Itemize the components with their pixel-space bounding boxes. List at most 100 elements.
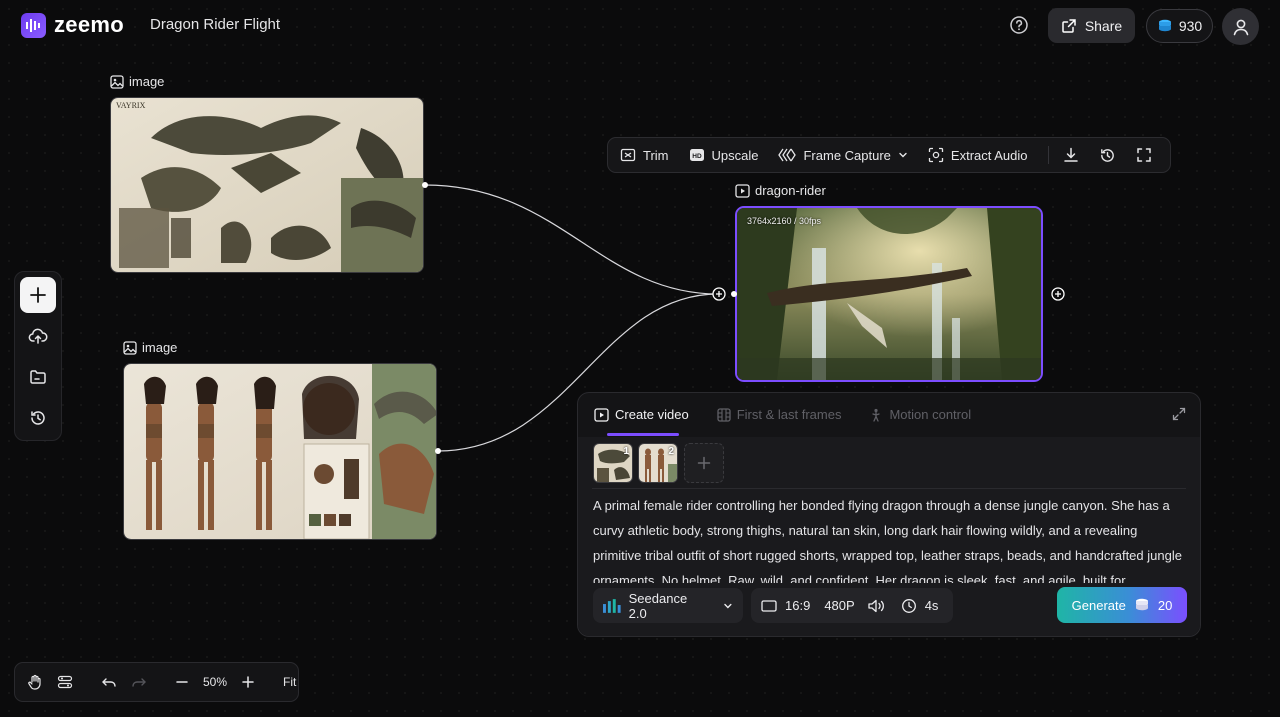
undo-button[interactable]	[101, 674, 117, 690]
plus-icon	[242, 676, 254, 688]
left-sidebar	[14, 271, 62, 441]
generate-label: Generate	[1071, 597, 1126, 613]
upscale-button[interactable]: HD Upscale	[689, 147, 758, 163]
video-toolbar: Trim HD Upscale Frame Capture Extract Au…	[607, 137, 1171, 173]
zoom-level[interactable]: 50%	[203, 675, 227, 689]
panel-body: 1 2 A primal female rider controlling he…	[578, 437, 1200, 636]
history-icon	[31, 411, 45, 425]
tab-first-last-frames[interactable]: First & last frames	[717, 407, 841, 422]
version-history-button[interactable]	[1099, 147, 1116, 164]
generation-panel: Create video First & last frames Motion …	[577, 392, 1201, 637]
user-avatar[interactable]	[1222, 8, 1259, 45]
video-icon	[594, 407, 609, 422]
video-input-port[interactable]	[731, 291, 737, 297]
frames-icon	[717, 407, 731, 422]
add-node-button[interactable]	[20, 277, 56, 313]
hand-icon	[28, 674, 41, 690]
redo-button[interactable]	[131, 674, 147, 690]
zoom-out-button[interactable]	[175, 675, 189, 689]
aspect-ratio-value: 16:9	[785, 598, 811, 613]
tab-create-video[interactable]: Create video	[594, 407, 689, 422]
share-button[interactable]: Share	[1048, 8, 1135, 43]
image-node-1-output-port[interactable]	[422, 182, 428, 188]
fullscreen-icon	[1136, 148, 1151, 162]
image-node-1-label: image	[110, 74, 164, 89]
duration-value: 4s	[924, 598, 939, 613]
prompt-divider	[592, 488, 1186, 489]
pan-tool-button[interactable]	[27, 674, 43, 690]
canvas-controls: 50% Fit	[14, 662, 299, 702]
upload-button[interactable]	[20, 318, 56, 354]
resolution-value: 480P	[824, 598, 855, 613]
character-reference-sheet-image	[124, 364, 436, 539]
reference-thumb-1[interactable]: 1	[593, 443, 633, 483]
share-label: Share	[1084, 17, 1123, 34]
download-icon	[1063, 147, 1078, 162]
video-settings[interactable]: 16:9 480P 4s	[751, 588, 953, 623]
chevron-down-icon	[724, 603, 732, 608]
dragon-reference-sheet-image: VAYRIX	[111, 98, 423, 272]
reference-thumb-2[interactable]: 2	[638, 443, 678, 483]
help-button[interactable]	[1008, 14, 1030, 36]
add-reference-button[interactable]	[684, 443, 724, 483]
fullscreen-button[interactable]	[1136, 147, 1152, 163]
image-node-2-label: image	[123, 340, 177, 355]
video-input-add-button[interactable]	[712, 287, 726, 301]
arrange-button[interactable]	[57, 674, 73, 690]
project-title[interactable]: Dragon Rider Flight	[150, 16, 280, 33]
chevron-down-icon	[899, 152, 907, 158]
generate-button[interactable]: Generate 20	[1057, 587, 1187, 623]
jungle-waterfall-video-frame	[737, 208, 1041, 380]
logo-text: zeemo	[54, 12, 124, 37]
panel-tabs: Create video First & last frames Motion …	[594, 407, 971, 422]
upload-icon	[28, 328, 48, 344]
video-node-label: dragon-rider	[735, 183, 826, 198]
coins-icon	[1135, 598, 1148, 611]
history-icon	[1100, 148, 1114, 162]
frame-capture-dropdown[interactable]: Frame Capture	[778, 147, 907, 163]
user-icon	[1233, 19, 1248, 35]
expand-icon	[1172, 407, 1186, 421]
zoom-in-button[interactable]	[241, 675, 255, 689]
extract-audio-button[interactable]: Extract Audio	[928, 147, 1028, 163]
expand-panel-button[interactable]	[1172, 407, 1186, 421]
fit-button[interactable]: Fit	[283, 675, 296, 689]
video-node[interactable]: 3764x2160 / 30fps	[735, 206, 1043, 382]
video-icon	[735, 183, 750, 198]
svg-text:VAYRIX: VAYRIX	[116, 101, 146, 110]
app-logo[interactable]: zeemo	[21, 12, 124, 38]
undo-icon	[102, 678, 116, 687]
motion-icon	[872, 408, 881, 422]
prompt-input[interactable]: A primal female rider controlling her bo…	[593, 493, 1185, 583]
help-icon	[1010, 16, 1028, 34]
credits-badge[interactable]: 930	[1146, 9, 1213, 43]
credits-count: 930	[1178, 18, 1203, 34]
clock-icon	[901, 598, 916, 613]
add-circle-icon	[1051, 287, 1065, 301]
frame-capture-icon	[778, 148, 797, 162]
tab-motion-control[interactable]: Motion control	[869, 407, 971, 422]
model-bars-icon	[603, 598, 621, 613]
svg-text:HD: HD	[692, 153, 702, 160]
image-node-2-output-port[interactable]	[435, 448, 441, 454]
video-meta: 3764x2160 / 30fps	[747, 216, 822, 226]
share-icon	[1062, 18, 1076, 33]
add-icon	[30, 287, 46, 303]
model-selector[interactable]: Seedance 2.0	[593, 588, 743, 623]
image-node-2[interactable]	[123, 363, 437, 540]
trim-button[interactable]: Trim	[620, 147, 669, 163]
logo-mark-icon	[21, 12, 46, 38]
folder-icon	[30, 370, 46, 384]
assets-button[interactable]	[20, 359, 56, 395]
redo-icon	[132, 678, 146, 687]
history-button[interactable]	[20, 400, 56, 436]
toolbar-divider	[1047, 146, 1049, 164]
generate-cost: 20	[1157, 597, 1173, 613]
sliders-icon	[57, 675, 73, 689]
image-node-1[interactable]: VAYRIX	[110, 97, 424, 273]
image-icon	[110, 74, 124, 89]
download-button[interactable]	[1063, 147, 1079, 163]
minus-icon	[176, 681, 188, 683]
video-output-add-button[interactable]	[1051, 287, 1065, 301]
volume-icon	[868, 599, 884, 612]
